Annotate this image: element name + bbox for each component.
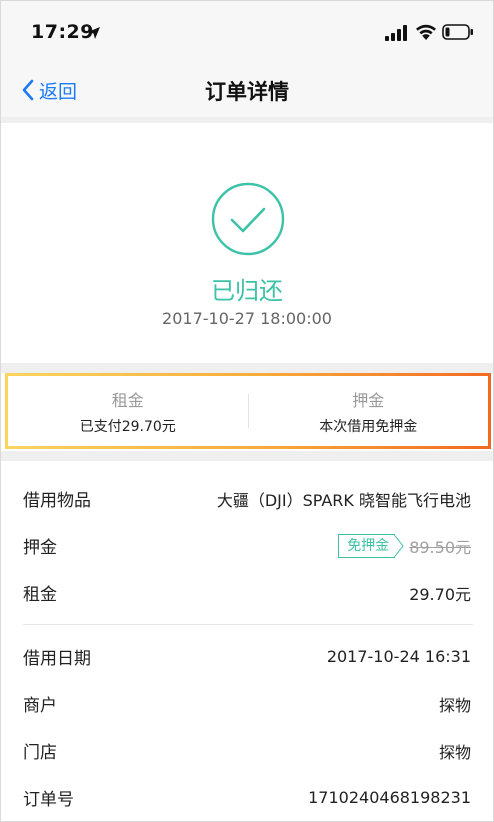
tag-arrow-icon xyxy=(394,533,404,558)
divider xyxy=(1,451,493,461)
detail-row-item: 借用物品 大疆（DJI）SPARK 晓智能飞行电池 xyxy=(1,475,493,522)
divider xyxy=(1,363,493,373)
deposit-value-group: 免押金 89.50元 xyxy=(338,533,471,558)
order-status-panel: 已归还 2017-10-27 18:00:00 xyxy=(1,123,493,363)
deposit-summary-title: 押金 xyxy=(352,390,385,410)
order-status-label: 已归还 xyxy=(211,277,283,305)
detail-row-merchant: 商户 探物 xyxy=(1,680,493,727)
merchant-value: 探物 xyxy=(438,695,471,715)
deposit-summary: 押金 本次借用免押金 xyxy=(249,376,489,446)
store-label: 门店 xyxy=(23,743,57,763)
merchant-label: 商户 xyxy=(23,696,57,716)
rent-summary: 租金 已支付29.70元 xyxy=(8,376,248,446)
order-status-time: 2017-10-27 18:00:00 xyxy=(162,309,332,328)
date-value: 2017-10-24 16:31 xyxy=(326,647,471,666)
detail-row-store: 门店 探物 xyxy=(1,727,493,774)
status-bar: 17:29 xyxy=(1,1,493,63)
status-time: 17:29 xyxy=(31,21,94,43)
rent-label: 租金 xyxy=(23,585,57,605)
store-value: 探物 xyxy=(438,742,471,762)
check-circle-icon xyxy=(211,182,285,256)
deposit-free-badge-text: 免押金 xyxy=(347,537,390,554)
deposit-free-badge: 免押金 xyxy=(338,533,404,558)
detail-row-date: 借用日期 2017-10-24 16:31 xyxy=(1,633,493,680)
item-value: 大疆（DJI）SPARK 晓智能飞行电池 xyxy=(216,490,471,510)
deposit-label: 押金 xyxy=(23,538,57,558)
rent-summary-value: 已支付29.70元 xyxy=(79,418,176,435)
detail-row-order-no: 订单号 1710240468198231 xyxy=(1,774,493,821)
battery-icon xyxy=(442,24,473,40)
detail-row-deposit: 押金 免押金 89.50元 xyxy=(1,522,493,569)
item-label: 借用物品 xyxy=(23,491,91,511)
page-title: 订单详情 xyxy=(205,80,289,104)
detail-row-rent: 租金 29.70元 xyxy=(1,569,493,616)
rent-summary-title: 租金 xyxy=(111,390,144,410)
order-no-label: 订单号 xyxy=(23,790,74,810)
payment-summary: 租金 已支付29.70元 押金 本次借用免押金 xyxy=(5,373,491,449)
wifi-icon xyxy=(416,24,436,40)
navigation-bar: 返回 订单详情 xyxy=(1,63,493,117)
order-no-value: 1710240468198231 xyxy=(308,788,471,807)
date-label: 借用日期 xyxy=(23,649,91,669)
section-divider xyxy=(23,624,473,625)
order-details: 借用物品 大疆（DJI）SPARK 晓智能飞行电池 押金 免押金 89.50元 … xyxy=(1,461,493,821)
cellular-signal-icon xyxy=(385,25,407,41)
location-arrow-icon xyxy=(88,27,100,39)
rent-value: 29.70元 xyxy=(409,584,471,604)
deposit-summary-value: 本次借用免押金 xyxy=(319,418,418,435)
app-frame: 17:29 返回 订单详情 已归还 2017-10-27 18:00:00 租金… xyxy=(0,0,494,822)
deposit-original-amount: 89.50元 xyxy=(409,537,471,557)
